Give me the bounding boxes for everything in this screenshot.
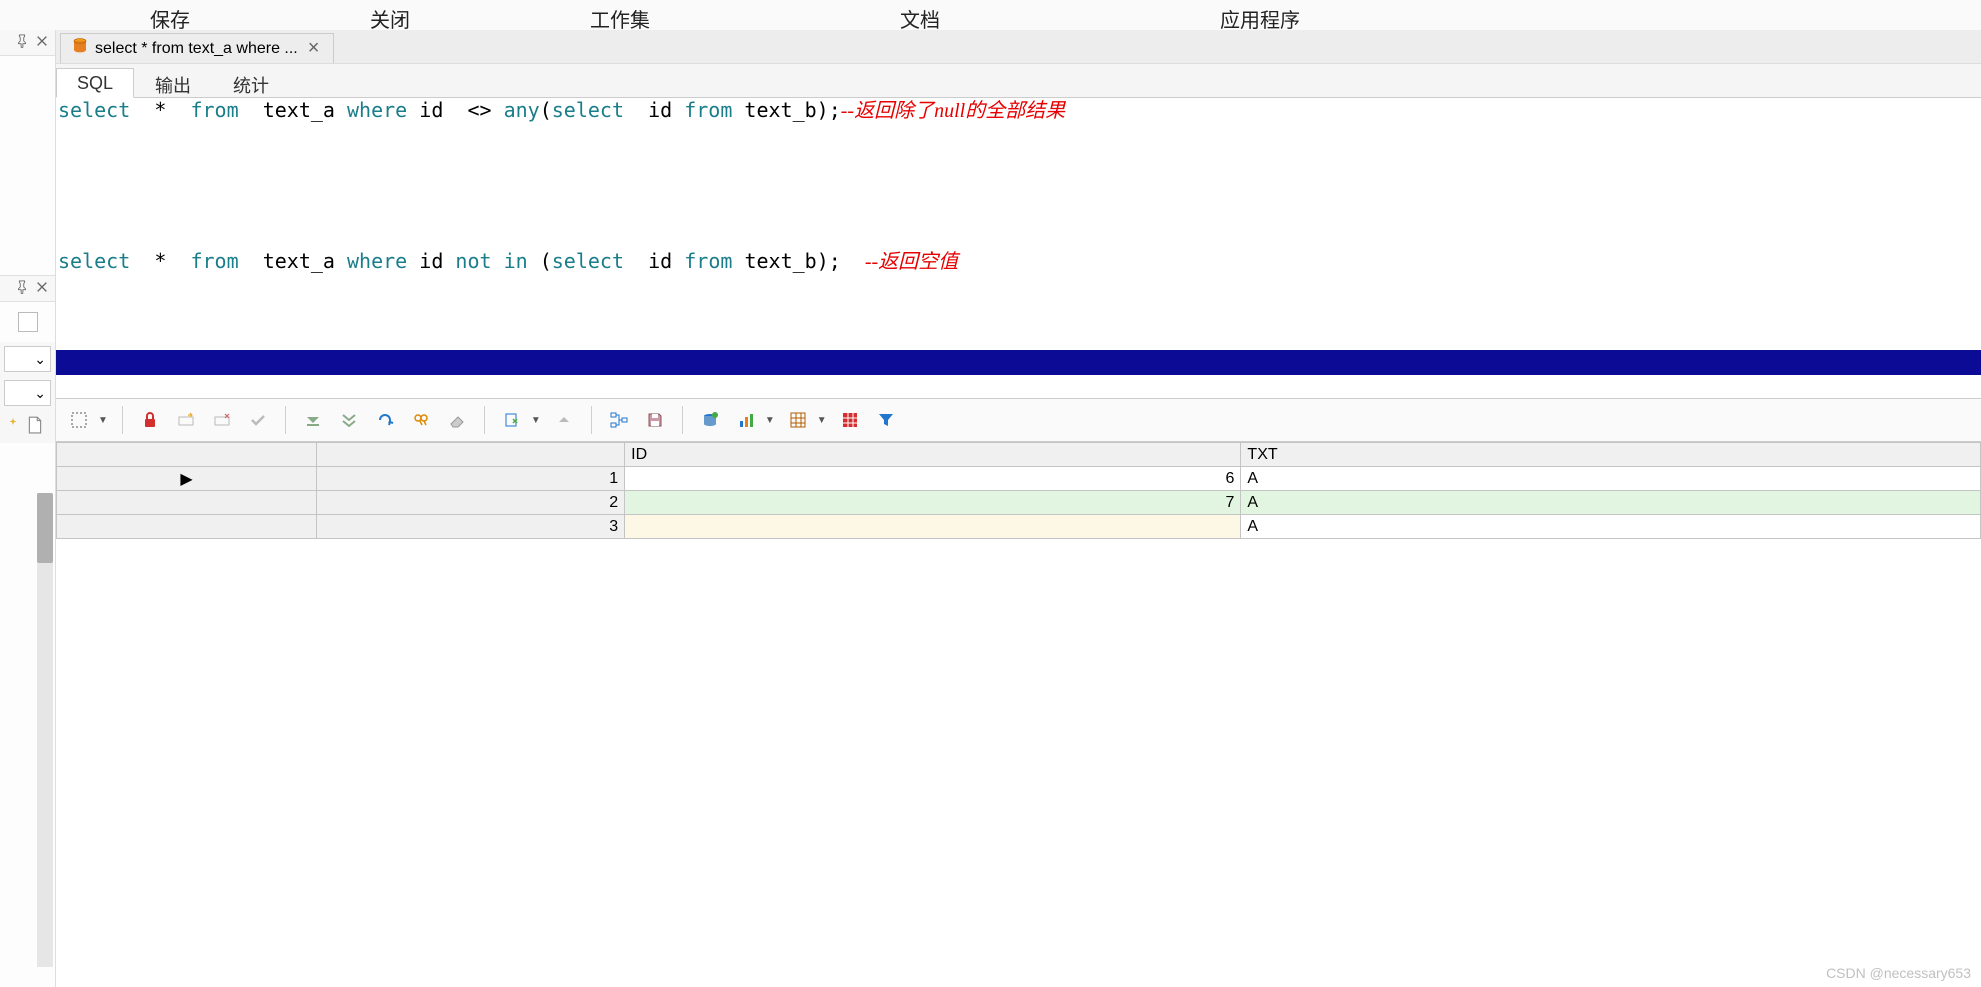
cell-id[interactable]: 6 [625, 467, 1241, 491]
close-icon[interactable] [35, 34, 49, 51]
row-number: 2 [317, 491, 625, 515]
close-icon[interactable] [35, 280, 49, 297]
menu-save[interactable]: 保存 [60, 0, 280, 30]
dock-combo-2[interactable]: ⌄ [4, 380, 51, 406]
db-view-button[interactable] [697, 407, 723, 433]
find-button[interactable] [408, 407, 434, 433]
sparkle-icon [6, 418, 20, 435]
add-row-button[interactable] [173, 407, 199, 433]
file-tab[interactable]: select * from text_a where ... × [60, 33, 334, 63]
select-region-button[interactable] [66, 407, 92, 433]
up-button[interactable] [551, 407, 577, 433]
menu-app[interactable]: 应用程序 [1100, 0, 1420, 30]
filter-button[interactable] [873, 407, 899, 433]
delete-row-button[interactable] [209, 407, 235, 433]
row-pointer-icon: ▶ [57, 467, 317, 491]
table-row[interactable]: ▶ 1 6 A [57, 467, 1981, 491]
result-toolbar: ▼ ▼ [56, 398, 1981, 442]
lock-button[interactable] [137, 407, 163, 433]
eraser-button[interactable] [444, 407, 470, 433]
menu-workset[interactable]: 工作集 [500, 0, 740, 30]
dock-scrollbar[interactable] [37, 493, 53, 967]
pin-icon[interactable] [15, 280, 29, 297]
chevron-down-icon: ⌄ [34, 351, 46, 368]
dropdown-icon[interactable]: ▼ [531, 415, 541, 426]
grid-header-id[interactable]: ID [625, 443, 1241, 467]
refresh-button[interactable] [372, 407, 398, 433]
export-button[interactable] [499, 407, 525, 433]
sql-editor[interactable]: select * from text_a where id <> any(sel… [56, 98, 1981, 398]
file-tab-bar: select * from text_a where ... × [56, 30, 1981, 64]
dropdown-icon[interactable]: ▼ [98, 415, 108, 426]
cell-id[interactable]: 7 [625, 491, 1241, 515]
row-number: 1 [317, 467, 625, 491]
watermark: CSDN @necessary653 [1826, 965, 1971, 981]
left-dock: ⌄ ⌄ [0, 30, 56, 987]
result-grid[interactable]: ID TXT ▶ 1 6 A 2 7 A [56, 442, 1981, 539]
grid-header-rownum [317, 443, 625, 467]
grid-header-txt[interactable]: TXT [1241, 443, 1981, 467]
cell-id[interactable] [625, 515, 1241, 539]
row-pointer-icon [57, 515, 317, 539]
pin-icon[interactable] [15, 34, 29, 51]
fetch-first-button[interactable] [300, 407, 326, 433]
fetch-all-button[interactable] [336, 407, 362, 433]
chart-button[interactable] [733, 407, 759, 433]
new-file-icon[interactable] [26, 416, 44, 437]
doc-placeholder-icon [18, 312, 38, 332]
cell-txt[interactable]: A [1241, 467, 1981, 491]
commit-button[interactable] [245, 407, 271, 433]
cell-txt[interactable]: A [1241, 515, 1981, 539]
dropdown-icon[interactable]: ▼ [765, 415, 775, 426]
grid-header-pointer [57, 443, 317, 467]
close-tab-icon[interactable]: × [304, 37, 324, 60]
menu-close[interactable]: 关闭 [280, 0, 500, 30]
table-row[interactable]: 2 7 A [57, 491, 1981, 515]
file-tab-label: select * from text_a where ... [95, 40, 298, 58]
chevron-down-icon: ⌄ [34, 385, 46, 402]
save-button[interactable] [642, 407, 668, 433]
grid-button[interactable] [785, 407, 811, 433]
tab-stats[interactable]: 统计 [212, 67, 290, 97]
dock-combo-1[interactable]: ⌄ [4, 346, 51, 372]
grid-red-button[interactable] [837, 407, 863, 433]
menubar: 保存 关闭 工作集 文档 应用程序 [0, 0, 1981, 30]
row-number: 3 [317, 515, 625, 539]
table-row[interactable]: 3 A [57, 515, 1981, 539]
dropdown-icon[interactable]: ▼ [817, 415, 827, 426]
sub-tab-bar: SQL 输出 统计 [56, 64, 1981, 98]
menu-doc[interactable]: 文档 [740, 0, 1100, 30]
relation-button[interactable] [606, 407, 632, 433]
database-icon [71, 37, 89, 60]
row-pointer-icon [57, 491, 317, 515]
cell-txt[interactable]: A [1241, 491, 1981, 515]
tab-output[interactable]: 输出 [134, 67, 212, 97]
tab-sql[interactable]: SQL [56, 68, 134, 98]
